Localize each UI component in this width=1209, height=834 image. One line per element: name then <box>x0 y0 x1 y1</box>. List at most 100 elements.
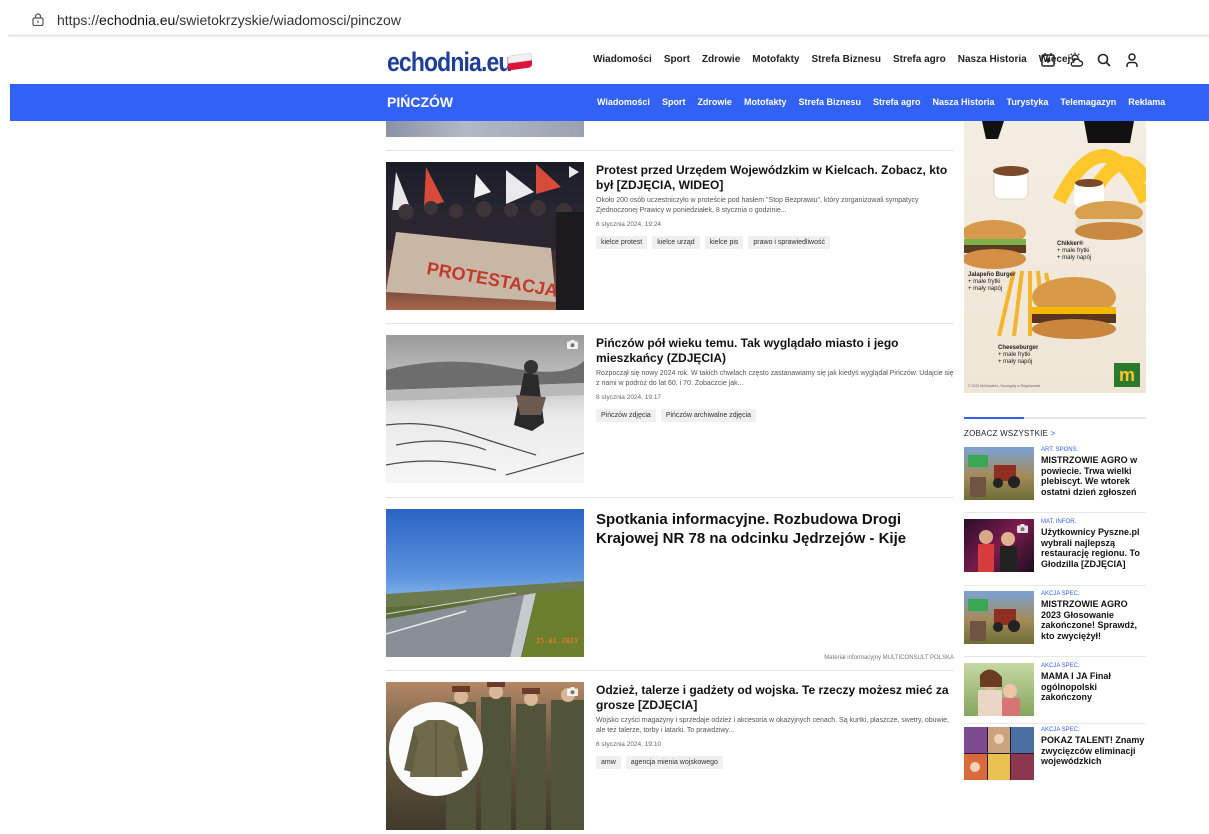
section-item-sport[interactable]: Sport <box>662 97 686 107</box>
menu-item-motofakty[interactable]: Motofakty <box>752 54 799 65</box>
sidebar-item-divider <box>964 723 1146 724</box>
user-icon[interactable] <box>1124 52 1140 68</box>
promo-title[interactable]: MISTRZOWIE AGRO 2023 Głosowanie zakończo… <box>1041 599 1147 641</box>
menu-item-wiadomosci[interactable]: Wiadomości <box>593 54 652 65</box>
article-divider <box>386 670 954 671</box>
promo-title[interactable]: POKAZ TALENT! Znamy zwycięzców eliminacj… <box>1041 735 1147 767</box>
road-photo <box>386 581 584 657</box>
menu-item-nasza-historia[interactable]: Nasza Historia <box>958 54 1027 65</box>
article-body: Odzież, talerze i gadżety od wojska. Te … <box>596 683 954 769</box>
ad-label-sub: + małe frytki + mały napój <box>1057 248 1092 261</box>
mcdonalds-logo: m <box>1114 363 1140 387</box>
section-title[interactable]: PIŃCZÓW <box>387 94 453 110</box>
article-lead: Wojsko czyści magazyny i sprzedaje odzie… <box>596 717 949 734</box>
promo-thumbnail[interactable] <box>964 447 1034 500</box>
tag[interactable]: kielce protest <box>596 236 648 249</box>
article-title[interactable]: Spotkania informacyjne. Rozbudowa Drogi … <box>596 510 954 548</box>
promo-text: ART. SPONS. MISTRZOWIE AGRO w powiecie. … <box>1041 447 1147 497</box>
article-thumbnail[interactable] <box>386 682 584 830</box>
promo-text: AKCJA SPEC. POKAZ TALENT! Znamy zwycięzc… <box>1041 727 1147 767</box>
section-item-turystyka[interactable]: Turystyka <box>1007 97 1049 107</box>
promo-title[interactable]: Użytkownicy Pyszne.pl wybrali najlepszą … <box>1041 527 1147 569</box>
section-item-strefa-biznesu[interactable]: Strefa Biznesu <box>798 97 861 107</box>
talent-collage <box>964 727 1034 780</box>
article-body: Pińczów pół wieku temu. Tak wyglądało mi… <box>596 336 954 422</box>
search-icon[interactable] <box>1096 52 1112 68</box>
article-title[interactable]: Protest przed Urzędem Wojewódzkim w Kiel… <box>596 163 954 193</box>
article-thumbnail[interactable]: PROTESTACJA <box>386 162 584 310</box>
site-logo[interactable]: echodnia.eu <box>387 47 512 78</box>
sidebar-promo-item[interactable]: AKCJA SPEC. MAMA I JA Finał ogólnopolski… <box>964 663 1146 717</box>
see-all-link[interactable]: ZOBACZ WSZYSTKIE > <box>964 429 1055 438</box>
article-thumbnail[interactable] <box>386 335 584 483</box>
tag[interactable]: prawo i sprawiedliwość <box>748 236 830 249</box>
ad-label-title: Cheeseburger <box>998 345 1039 351</box>
promo-thumbnail[interactable] <box>964 519 1034 572</box>
article-date: 8 stycznia 2024, 19:24 <box>596 221 662 228</box>
section-item-nasza-historia[interactable]: Nasza Historia <box>933 97 995 107</box>
promo-title[interactable]: MAMA I JA Finał ogólnopolski zakończony <box>1041 671 1147 703</box>
menu-item-zdrowie[interactable]: Zdrowie <box>702 54 740 65</box>
add-square-icon[interactable] <box>1040 52 1056 68</box>
tag[interactable]: kielce urząd <box>652 236 700 249</box>
sidebar-promo-item[interactable]: ART. SPONS. MISTRZOWIE AGRO w powiecie. … <box>964 447 1146 501</box>
header-icons <box>1040 52 1140 68</box>
url-field[interactable]: https://echodnia.eu/swietokrzyskie/wiado… <box>57 12 401 28</box>
archive-photo <box>386 360 584 476</box>
tag[interactable]: kielce pis <box>704 236 744 249</box>
article-card[interactable]: Odzież, talerze i gadżety od wojska. Te … <box>386 682 954 832</box>
ad-label-cheeseburger: Cheeseburger + małe frytki + mały napój <box>998 345 1038 366</box>
article-title[interactable]: Pińczów pół wieku temu. Tak wyglądało mi… <box>596 336 954 366</box>
section-item-zdrowie[interactable]: Zdrowie <box>697 97 732 107</box>
tag[interactable]: amw <box>596 756 621 769</box>
section-item-strefa-agro[interactable]: Strefa agro <box>873 97 921 107</box>
tag[interactable]: Pińczów archiwalne zdjęcia <box>660 409 757 422</box>
ad-artwork <box>964 121 1146 339</box>
tag[interactable]: agencja mienia wojskowego <box>625 756 723 769</box>
tag[interactable]: Pińczów zdjęcia <box>596 409 656 422</box>
family-photo <box>978 669 1020 716</box>
weather-icon[interactable] <box>1068 52 1084 68</box>
camera-icon <box>567 687 578 696</box>
article-date: 8 stycznia 2024, 19:10 <box>596 741 662 748</box>
sidebar-promo-item[interactable]: AKCJA SPEC. POKAZ TALENT! Znamy zwycięzc… <box>964 727 1146 781</box>
address-bar-divider <box>8 34 1209 37</box>
photo-date-stamp: 25.01.2023 <box>535 637 578 645</box>
menu-item-sport[interactable]: Sport <box>664 54 690 65</box>
ad-label-sub: + małe frytki + mały napój <box>998 352 1033 365</box>
previous-article-image[interactable] <box>386 121 584 137</box>
section-item-wiadomosci[interactable]: Wiadomości <box>597 97 650 107</box>
url-prefix: https:// <box>57 12 100 28</box>
promo-thumbnail[interactable] <box>964 663 1034 716</box>
article-lead: Rozpoczął się nowy 2024 rok. W takich ch… <box>596 370 954 387</box>
sidebar-promo-item[interactable]: MAT. INFOR. Użytkownicy Pyszne.pl wybral… <box>964 519 1146 573</box>
promo-thumbnail[interactable] <box>964 591 1034 644</box>
menu-item-strefa-biznesu[interactable]: Strefa Biznesu <box>812 54 881 65</box>
sponsor-label: Materiał informacyjny MULTICONSULT POLSK… <box>824 655 954 661</box>
mcdonalds-ad[interactable]: Chikker® + małe frytki + mały napój Jalap… <box>964 121 1146 393</box>
sidebar-promo-item[interactable]: AKCJA SPEC. MISTRZOWIE AGRO 2023 Głosowa… <box>964 591 1146 645</box>
agro-photo <box>968 455 1020 497</box>
section-item-telemagazyn[interactable]: Telemagazyn <box>1060 97 1116 107</box>
site-info-icon[interactable] <box>32 13 44 26</box>
ad-footer: © 2023 McDonald's. Szczegóły w Regulamin… <box>968 384 1041 388</box>
article-date: 8 stycznia 2024, 19:17 <box>596 394 662 401</box>
section-item-reklama[interactable]: Reklama <box>1128 97 1165 107</box>
article-card-sponsored[interactable]: 25.01.2023 Spotkania informacyjne. Rozbu… <box>386 509 954 664</box>
section-bar: PIŃCZÓW Wiadomości Sport Zdrowie Motofak… <box>10 84 1209 121</box>
article-thumbnail[interactable]: 25.01.2023 <box>386 509 584 657</box>
article-divider <box>386 150 954 151</box>
article-card[interactable]: Pińczów pół wieku temu. Tak wyglądało mi… <box>386 335 954 485</box>
promo-kind: AKCJA SPEC. <box>1041 591 1080 597</box>
article-card[interactable]: PROTESTACJA Protest przed Urzędem Wojewó… <box>386 162 954 312</box>
promo-kind: MAT. INFOR. <box>1041 519 1077 525</box>
promo-title[interactable]: MISTRZOWIE AGRO w powiecie. Trwa wielki … <box>1041 455 1147 497</box>
video-icon <box>569 166 579 178</box>
section-item-motofakty[interactable]: Motofakty <box>744 97 787 107</box>
article-title[interactable]: Odzież, talerze i gadżety od wojska. Te … <box>596 683 954 713</box>
menu-item-strefa-agro[interactable]: Strefa agro <box>893 54 946 65</box>
camera-icon <box>567 340 578 349</box>
ad-label-chikker: Chikker® + małe frytki + mały napój <box>1057 241 1091 262</box>
military-photo <box>389 682 584 830</box>
promo-thumbnail[interactable] <box>964 727 1034 780</box>
